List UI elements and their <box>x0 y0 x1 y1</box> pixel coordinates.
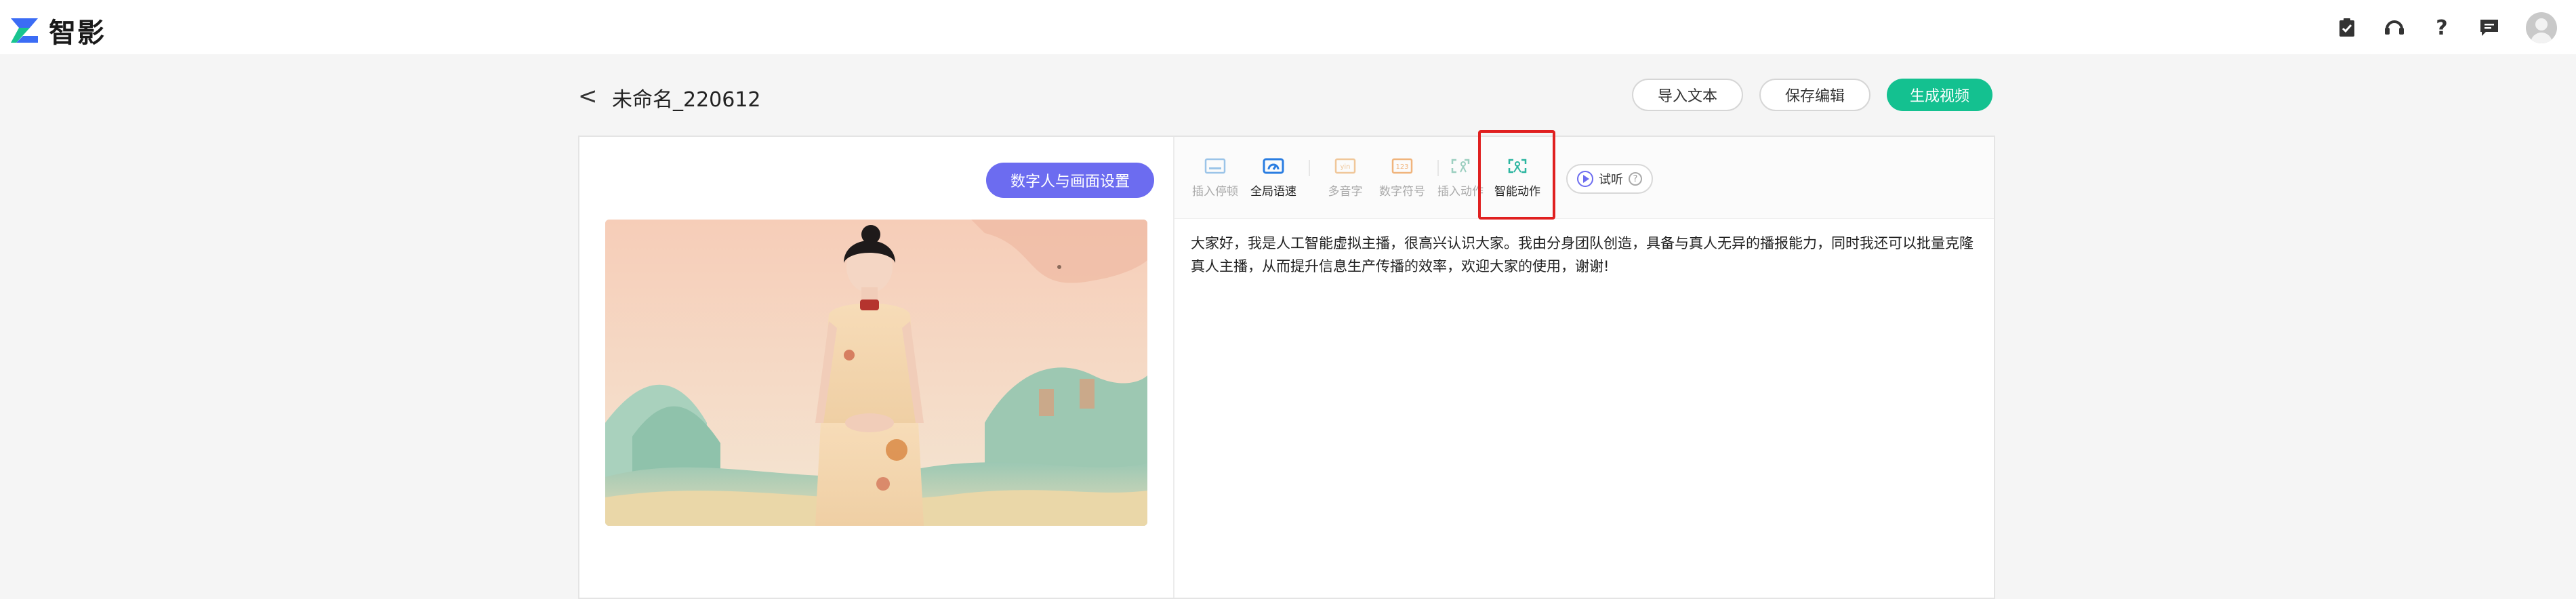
message-icon[interactable] <box>2478 17 2500 39</box>
script-pane: 插入停顿 全局语速 yin 多音字 123 数字符号 插入动作 智能动作 试听 … <box>1174 130 1994 598</box>
clipboard-check-icon[interactable] <box>2336 17 2358 39</box>
avatar-scene-settings-button[interactable]: 数字人与画面设置 <box>986 163 1155 198</box>
play-icon <box>1577 171 1593 187</box>
insert-action-icon <box>1451 159 1470 173</box>
polyphone-tool[interactable]: yin 多音字 <box>1318 157 1372 199</box>
back-button[interactable]: < <box>578 83 598 110</box>
preview-illustration <box>605 220 1147 526</box>
speed-icon <box>1263 158 1284 174</box>
pause-insert-icon <box>1204 158 1226 174</box>
svg-text:123: 123 <box>1395 163 1408 171</box>
global-speed-tool[interactable]: 全局语速 <box>1246 157 1301 199</box>
app-logo[interactable]: 智影 <box>9 11 106 50</box>
polyphone-icon: yin <box>1334 158 1356 174</box>
number-symbol-icon: 123 <box>1391 158 1413 174</box>
top-bar: 智影 ? <box>0 0 2576 54</box>
preview-pane: 数字人与画面设置 <box>579 137 1174 598</box>
insert-pause-tool[interactable]: 插入停顿 <box>1188 157 1242 199</box>
avatar[interactable] <box>2526 12 2557 43</box>
editor-header: < 未命名_220612 导入文本 保存编辑 生成视频 <box>578 76 1992 117</box>
script-toolbar: 插入停顿 全局语速 yin 多音字 123 数字符号 插入动作 智能动作 试听 … <box>1174 130 1994 220</box>
logo-icon <box>11 18 38 43</box>
number-symbol-tool[interactable]: 123 数字符号 <box>1375 157 1429 199</box>
generate-video-button[interactable]: 生成视频 <box>1886 79 1992 111</box>
audition-label: 试听 <box>1599 173 1623 187</box>
script-text-area[interactable]: 大家好，我是人工智能虚拟主播，很高兴认识大家。我由分身团队创造，具备与真人无异的… <box>1191 232 1978 278</box>
save-edit-button[interactable]: 保存编辑 <box>1759 79 1870 111</box>
question-circle-icon[interactable]: ? <box>1629 172 1642 186</box>
avatar-preview <box>605 220 1147 526</box>
audition-button[interactable]: 试听 ? <box>1566 164 1653 194</box>
app-name: 智影 <box>49 18 106 49</box>
svg-text:yin: yin <box>1340 163 1350 171</box>
editor-card: 数字人与画面设置 插入停顿 全局语速 yin 多音字 123 数字符号 插入动作… <box>578 130 1995 599</box>
headset-icon[interactable] <box>2384 17 2405 39</box>
page-title[interactable]: 未命名_220612 <box>612 83 761 112</box>
import-text-button[interactable]: 导入文本 <box>1631 79 1743 111</box>
smart-action-highlight <box>1478 130 1555 220</box>
help-icon[interactable]: ? <box>2431 16 2453 40</box>
